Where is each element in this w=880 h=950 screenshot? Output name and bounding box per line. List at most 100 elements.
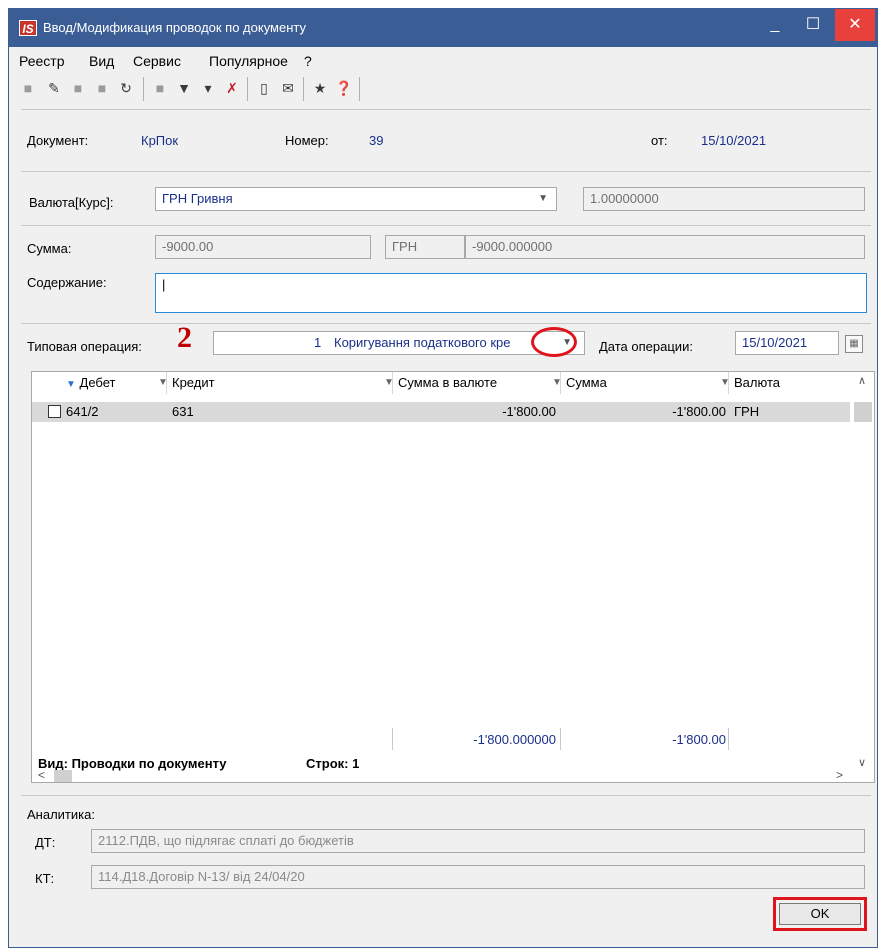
divider: [21, 323, 871, 324]
cell-credit: 631: [172, 404, 194, 419]
sum-amount-field[interactable]: -9000.000000: [465, 235, 865, 259]
edit-icon[interactable]: ✎: [45, 79, 63, 97]
col-filter-icon[interactable]: ▼: [552, 372, 562, 394]
ok-button-highlight: OK: [773, 897, 867, 931]
col-filter-icon[interactable]: ▼: [158, 372, 168, 394]
menu-registry[interactable]: Реестр: [19, 53, 65, 69]
sort-icon: ▼: [66, 379, 76, 390]
toolbar: ■ ✎ ■ ■ ↻ ■ ▼ ▾ ✗ ▯ ✉ ★ ❓: [9, 75, 877, 105]
totals-separator: [392, 728, 393, 750]
maximize-button[interactable]: ☐: [795, 9, 831, 41]
dialog-window: IS Ввод/Модификация проводок по документ…: [8, 8, 878, 948]
ok-button[interactable]: OK: [779, 903, 861, 925]
col-filter-icon[interactable]: ▼: [720, 372, 730, 394]
total-sum-currency: -1'800.000000: [473, 732, 556, 747]
col-sum[interactable]: Сумма: [566, 372, 607, 394]
app-logo: IS: [19, 20, 37, 36]
help-icon[interactable]: ❓: [335, 79, 353, 97]
rate-field[interactable]: 1.00000000: [583, 187, 865, 211]
chevron-down-icon[interactable]: ▼: [538, 188, 548, 210]
currency-select[interactable]: ГРН Гривня ▼: [155, 187, 557, 211]
calendar-icon[interactable]: ▦: [845, 335, 863, 353]
filter-icon[interactable]: ▼: [175, 79, 193, 97]
menu-service[interactable]: Сервис: [133, 53, 181, 69]
divider: [21, 795, 871, 796]
menu-bar: Реестр Вид Сервис Популярное ?: [9, 47, 877, 73]
operation-date-field[interactable]: 15/10/2021: [735, 331, 839, 355]
scroll-thumb[interactable]: [54, 770, 72, 782]
menu-view[interactable]: Вид: [89, 53, 114, 69]
operation-select[interactable]: 1 Коригування податкового кре ▼: [213, 331, 585, 355]
copy-icon[interactable]: ■: [69, 79, 87, 97]
scroll-thumb[interactable]: [854, 402, 872, 422]
chevron-left-icon[interactable]: <: [38, 768, 45, 782]
filter-clear-icon[interactable]: ✗: [223, 79, 241, 97]
menu-popular[interactable]: Популярное: [209, 53, 288, 69]
col-currency[interactable]: Валюта: [734, 372, 780, 394]
chevron-right-icon[interactable]: >: [836, 768, 843, 782]
total-sum: -1'800.00: [672, 732, 726, 747]
currency-label: Валюта[Курс]:: [29, 195, 114, 210]
toolbar-separator: [303, 77, 304, 101]
sum-currency-field[interactable]: ГРН: [385, 235, 465, 259]
title-bar: IS Ввод/Модификация проводок по документ…: [9, 9, 877, 47]
totals-separator: [560, 728, 561, 750]
document-label: Документ:: [27, 133, 89, 148]
operation-name: Коригування податкового кре: [334, 335, 511, 350]
cell-sum-currency: -1'800.00: [502, 404, 556, 419]
number-value: 39: [369, 133, 384, 148]
window-title: Ввод/Модификация проводок по документу: [43, 20, 307, 35]
content-value: |: [162, 277, 166, 292]
star-icon[interactable]: ★: [311, 79, 329, 97]
cell-debit: 641/2: [66, 404, 99, 419]
col-filter-icon[interactable]: ▼: [384, 372, 394, 394]
dt-label: ДТ:: [35, 835, 56, 850]
date-label: от:: [651, 133, 668, 148]
number-label: Номер:: [285, 133, 329, 148]
mail-icon[interactable]: ✉: [279, 79, 297, 97]
dt-field[interactable]: 2112.ПДВ, що підлягає сплаті до бюджетів: [91, 829, 865, 853]
document-value: КрПок: [141, 133, 179, 148]
vertical-scrollbar[interactable]: ∧ ∨: [852, 375, 874, 769]
create-icon[interactable]: ■: [19, 79, 37, 97]
currency-value: ГРН Гривня: [162, 191, 233, 206]
step-annotation: 2: [177, 321, 192, 354]
refresh-icon[interactable]: ↻: [117, 79, 135, 97]
horizontal-scrollbar[interactable]: < >: [32, 768, 874, 784]
sum-field[interactable]: -9000.00: [155, 235, 371, 259]
menu-help[interactable]: ?: [304, 53, 312, 69]
highlight-circle: [531, 327, 577, 357]
document-icon[interactable]: ▯: [255, 79, 273, 97]
filter-add-icon[interactable]: ▾: [199, 79, 217, 97]
content-label: Содержание:: [27, 275, 107, 290]
close-button[interactable]: ✕: [835, 9, 875, 41]
divider: [21, 109, 871, 110]
view-icon[interactable]: ■: [151, 79, 169, 97]
row-checkbox[interactable]: [48, 405, 61, 418]
cell-sum: -1'800.00: [672, 404, 726, 419]
operation-date-label: Дата операции:: [599, 339, 693, 354]
cell-currency: ГРН: [734, 404, 760, 419]
toolbar-separator: [359, 77, 360, 101]
col-credit[interactable]: Кредит: [172, 372, 215, 394]
sum-label: Сумма:: [27, 241, 72, 256]
date-value: 15/10/2021: [701, 133, 767, 148]
analytics-label: Аналитика:: [27, 807, 95, 822]
toolbar-separator: [143, 77, 144, 101]
col-debit[interactable]: ▼ Дебет: [66, 372, 115, 394]
table-row[interactable]: 641/2 631 -1'800.00 -1'800.00 ГРН: [32, 402, 850, 422]
toolbar-separator: [247, 77, 248, 101]
entries-grid: ▼ Дебет ▼ Кредит ▼ Сумма в валюте ▼ Сумм…: [31, 371, 875, 783]
col-sum-currency[interactable]: Сумма в валюте: [398, 372, 497, 394]
operation-number: 1: [314, 335, 322, 350]
chevron-up-icon[interactable]: ∧: [858, 374, 866, 387]
kt-field[interactable]: 114.Д18.Договір N-13/ від 24/04/20: [91, 865, 865, 889]
delete-icon[interactable]: ■: [93, 79, 111, 97]
content-input[interactable]: |: [155, 273, 867, 313]
kt-label: КТ:: [35, 871, 55, 886]
operation-label: Типовая операция:: [27, 339, 142, 354]
divider: [21, 225, 871, 226]
totals-separator: [728, 728, 729, 750]
minimize-button[interactable]: _: [757, 9, 793, 41]
divider: [21, 171, 871, 172]
